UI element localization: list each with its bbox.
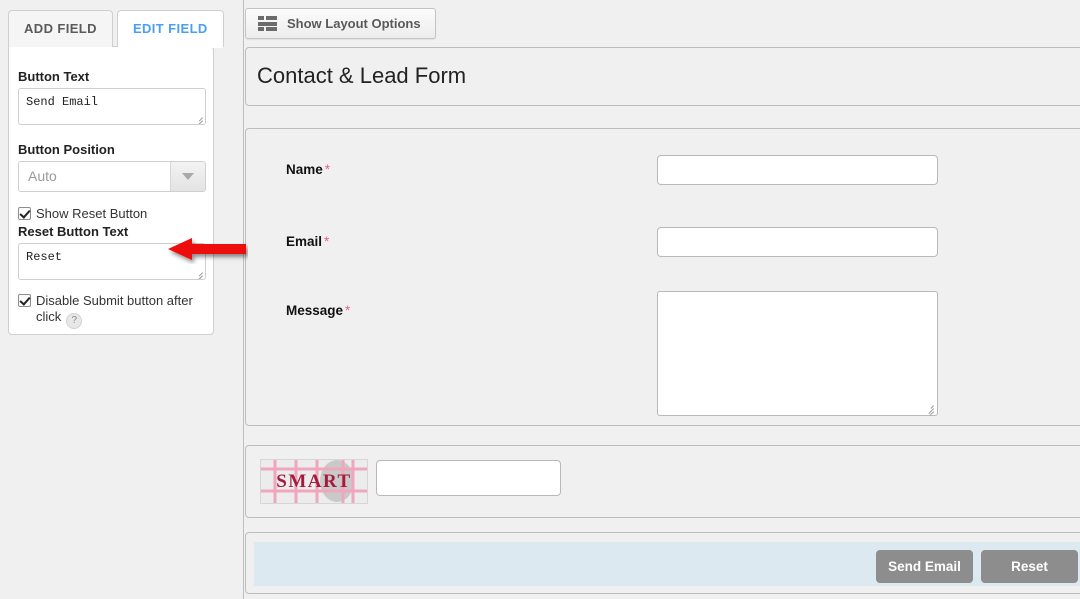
- email-input[interactable]: [657, 227, 938, 257]
- reset-button-text-input[interactable]: Reset: [18, 243, 206, 280]
- button-position-value: Auto: [28, 168, 57, 184]
- field-label-email-text: Email: [286, 234, 323, 249]
- button-position-select[interactable]: Auto: [18, 161, 206, 192]
- field-row-email: Email *: [246, 227, 1080, 257]
- field-label-name: Name *: [286, 162, 330, 177]
- field-label-message-text: Message: [286, 303, 344, 318]
- disable-submit-checkbox-row[interactable]: Disable Submit button after click?: [18, 293, 208, 329]
- required-marker: *: [324, 162, 331, 177]
- field-label-email: Email *: [286, 234, 329, 249]
- resize-grip-icon[interactable]: [193, 112, 204, 124]
- name-input[interactable]: [657, 155, 938, 185]
- reset-button-text-label: Reset Button Text: [18, 224, 129, 239]
- show-reset-button-label: Show Reset Button: [36, 206, 148, 221]
- button-text-label: Button Text: [18, 69, 90, 84]
- page-title: Contact & Lead Form: [257, 63, 467, 88]
- form-title-panel: Contact & Lead Form: [245, 47, 1080, 106]
- button-position-label: Button Position: [18, 142, 115, 157]
- resize-grip-icon[interactable]: [923, 401, 935, 415]
- button-text-input[interactable]: Send Email: [18, 88, 206, 125]
- captcha-text: SMART: [276, 471, 351, 492]
- editor-sidebar: ADD FIELD EDIT FIELD Button Text Send Em…: [0, 0, 244, 599]
- button-position-group: Button Position Auto: [18, 142, 206, 192]
- button-text-group: Button Text Send Email: [18, 69, 206, 125]
- edit-field-panel: Button Text Send Email Button Position A…: [8, 46, 214, 335]
- show-reset-button-checkbox[interactable]: [18, 207, 31, 220]
- field-row-name: Name *: [246, 155, 1080, 185]
- field-label-message: Message *: [286, 303, 350, 318]
- form-fields-panel: Name * Email * Message *: [245, 128, 1080, 426]
- show-layout-options-button[interactable]: Show Layout Options: [245, 8, 436, 39]
- message-textarea[interactable]: [657, 291, 938, 416]
- captcha-panel: SMART: [245, 445, 1080, 518]
- tab-add-field[interactable]: ADD FIELD: [8, 10, 113, 47]
- button-text-value: Send Email: [26, 95, 99, 109]
- button-position-dropdown-button[interactable]: [170, 162, 205, 191]
- form-preview-pane: Show Layout Options Contact & Lead Form …: [245, 0, 1080, 599]
- reset-button-text-group: Reset Button Text Reset: [18, 224, 206, 280]
- disable-submit-text: Disable Submit button after click: [36, 293, 193, 324]
- captcha-graphic: SMART: [261, 460, 367, 503]
- show-reset-button-checkbox-row[interactable]: Show Reset Button: [18, 206, 147, 222]
- chevron-down-icon: [182, 173, 194, 180]
- show-layout-options-label: Show Layout Options: [287, 16, 421, 31]
- sidebar-tabs: ADD FIELD EDIT FIELD: [8, 10, 224, 48]
- reset-button-text-value: Reset: [26, 250, 63, 264]
- tab-edit-field[interactable]: EDIT FIELD: [116, 10, 224, 48]
- layout-options-icon: [258, 16, 277, 31]
- tab-add-field-label: ADD FIELD: [24, 21, 97, 36]
- reset-button[interactable]: Reset: [981, 550, 1078, 583]
- tab-edit-field-label: EDIT FIELD: [132, 21, 208, 36]
- disable-submit-checkbox[interactable]: [18, 294, 31, 307]
- field-label-name-text: Name: [286, 162, 323, 177]
- help-icon[interactable]: ?: [66, 313, 83, 329]
- field-row-message: Message *: [246, 291, 1080, 421]
- required-marker: *: [324, 234, 330, 249]
- disable-submit-label: Disable Submit button after click?: [36, 293, 208, 329]
- required-marker: *: [345, 303, 351, 318]
- resize-grip-icon[interactable]: [193, 267, 204, 279]
- captcha-input[interactable]: [376, 460, 561, 496]
- send-email-button[interactable]: Send Email: [876, 550, 973, 583]
- captcha-image: SMART: [260, 459, 368, 504]
